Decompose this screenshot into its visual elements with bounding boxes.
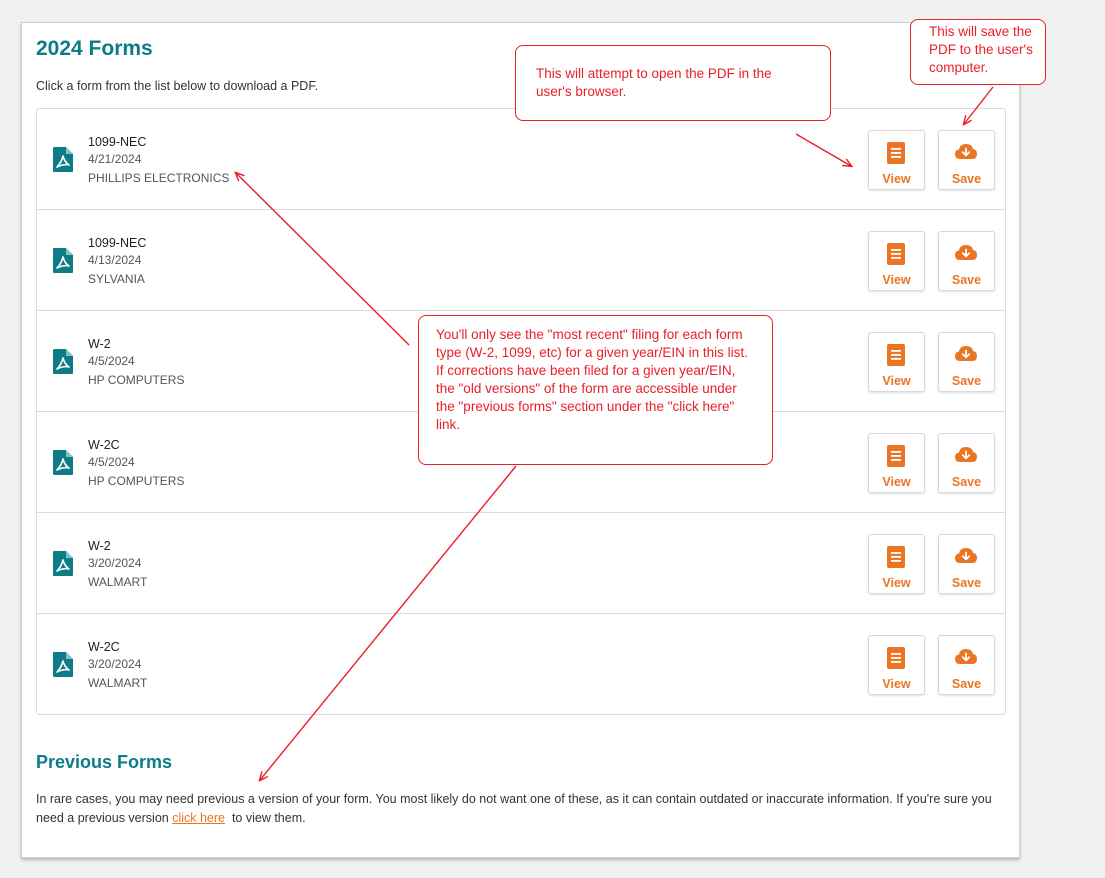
save-button-label: Save xyxy=(951,475,982,489)
form-employer: HP COMPUTERS xyxy=(88,474,185,488)
form-type: W-2 xyxy=(88,539,111,553)
save-annotation: This will save the PDF to the user's com… xyxy=(910,19,1046,85)
save-button[interactable]: Save xyxy=(938,534,995,594)
document-icon xyxy=(886,545,906,569)
save-button-label: Save xyxy=(951,374,982,388)
form-row[interactable]: W-2 3/20/2024 WALMART View Save xyxy=(37,512,1005,613)
form-row[interactable]: W-2C 3/20/2024 WALMART View Save xyxy=(37,613,1005,714)
form-date: 4/21/2024 xyxy=(88,152,142,166)
pdf-file-icon xyxy=(52,348,74,375)
form-employer: WALMART xyxy=(88,676,148,690)
form-row[interactable]: 1099-NEC 4/21/2024 PHILLIPS ELECTRONICS Vie… xyxy=(37,109,1005,209)
view-annotation: This will attempt to open the PDF in the… xyxy=(515,45,831,121)
document-icon xyxy=(886,444,906,468)
view-button[interactable]: View xyxy=(868,433,925,493)
pdf-file-icon xyxy=(52,550,74,577)
form-date: 4/5/2024 xyxy=(88,455,135,469)
cloud-download-icon xyxy=(954,647,977,671)
view-button[interactable]: View xyxy=(868,130,925,190)
form-type: W-2C xyxy=(88,438,120,452)
intro-text: Click a form from the list below to down… xyxy=(36,79,319,93)
previous-forms-text-after: to view them. xyxy=(225,811,306,825)
pdf-file-icon xyxy=(52,247,74,274)
form-date: 4/13/2024 xyxy=(88,253,142,267)
page-title: 2024 Forms xyxy=(36,37,153,60)
cloud-download-icon xyxy=(954,142,977,166)
pdf-file-icon xyxy=(52,449,74,476)
form-date: 3/20/2024 xyxy=(88,657,142,671)
form-type: 1099-NEC xyxy=(88,135,147,149)
save-button-label: Save xyxy=(951,677,982,691)
view-button[interactable]: View xyxy=(868,635,925,695)
view-button-label: View xyxy=(882,576,911,590)
save-button[interactable]: Save xyxy=(938,635,995,695)
form-date: 4/5/2024 xyxy=(88,354,135,368)
previous-forms-title: Previous Forms xyxy=(36,752,173,772)
save-button[interactable]: Save xyxy=(938,332,995,392)
save-button-label: Save xyxy=(951,576,982,590)
save-button[interactable]: Save xyxy=(938,433,995,493)
pdf-file-icon xyxy=(52,651,74,678)
form-type: 1099-NEC xyxy=(88,236,147,250)
view-button-label: View xyxy=(882,677,911,691)
cloud-download-icon xyxy=(954,546,977,570)
form-employer: HP COMPUTERS xyxy=(88,373,185,387)
pdf-file-icon xyxy=(52,146,74,173)
view-button-label: View xyxy=(882,475,911,489)
form-type: W-2 xyxy=(88,337,111,351)
view-button-label: View xyxy=(882,273,911,287)
save-button[interactable]: Save xyxy=(938,231,995,291)
form-employer: SYLVANIA xyxy=(88,272,145,286)
form-employer: PHILLIPS ELECTRONICS xyxy=(88,171,230,185)
document-icon xyxy=(886,141,906,165)
cloud-download-icon xyxy=(954,445,977,469)
document-icon xyxy=(886,242,906,266)
cloud-download-icon xyxy=(954,243,977,267)
previous-forms-text: In rare cases, you may need previous a v… xyxy=(36,790,1006,828)
list-annotation: You'll only see the "most recent" filing… xyxy=(418,315,773,465)
view-button-label: View xyxy=(882,172,911,186)
cloud-download-icon xyxy=(954,344,977,368)
save-button-label: Save xyxy=(951,172,982,186)
document-icon xyxy=(886,646,906,670)
form-employer: WALMART xyxy=(88,575,148,589)
form-type: W-2C xyxy=(88,640,120,654)
form-date: 3/20/2024 xyxy=(88,556,142,570)
view-button[interactable]: View xyxy=(868,332,925,392)
document-icon xyxy=(886,343,906,367)
view-button-label: View xyxy=(882,374,911,388)
form-row[interactable]: 1099-NEC 4/13/2024 SYLVANIA View Save xyxy=(37,209,1005,310)
previous-forms-link[interactable]: click here xyxy=(172,811,225,825)
view-button[interactable]: View xyxy=(868,231,925,291)
save-button[interactable]: Save xyxy=(938,130,995,190)
view-button[interactable]: View xyxy=(868,534,925,594)
save-button-label: Save xyxy=(951,273,982,287)
